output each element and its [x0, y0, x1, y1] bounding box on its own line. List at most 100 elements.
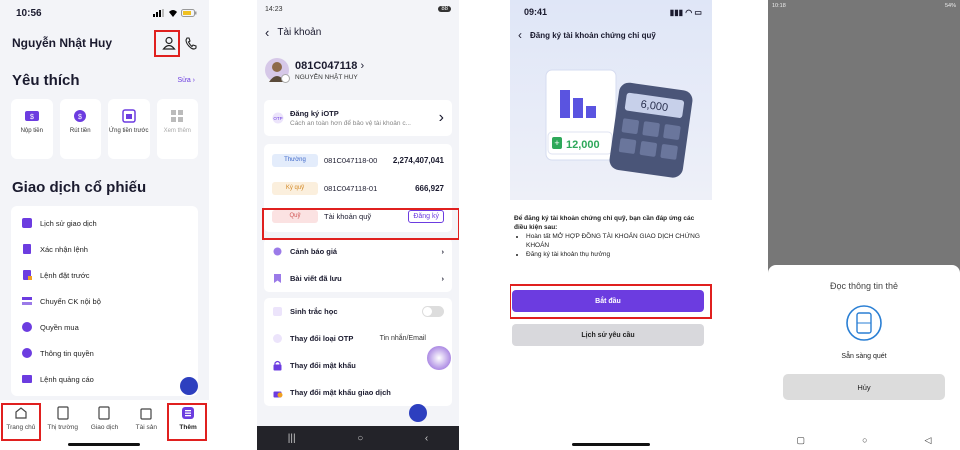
- user-name: Nguyễn Nhật Huy: [12, 36, 113, 50]
- title-bar: ‹ Tài khoản: [257, 18, 459, 46]
- highlight-start-button: [510, 284, 712, 319]
- status-time: 10:56: [16, 7, 42, 19]
- highlight-more-tab: [167, 403, 207, 441]
- fund-illustration: + 12,000 6,000: [545, 69, 693, 178]
- menu-saved-posts[interactable]: Bài viết đã lưu ›: [264, 265, 452, 292]
- svg-text:$: $: [30, 114, 34, 121]
- phone-call-icon[interactable]: [184, 36, 197, 50]
- support-chat-icon[interactable]: [180, 377, 198, 395]
- pre-order-icon: [23, 270, 32, 280]
- otp-icon: OTP: [272, 112, 284, 124]
- recent-apps-icon[interactable]: ▢: [797, 435, 806, 446]
- iotp-register-card[interactable]: OTP Đăng ký iOTP Cách an toàn hơn để bảo…: [264, 100, 452, 136]
- face-id-icon: [273, 307, 282, 316]
- list-item[interactable]: Chuyển CK nội bộ: [11, 288, 198, 314]
- sheet-title: Đọc thông tin thẻ: [829, 281, 899, 291]
- ready-status: Sẵn sàng quét: [841, 353, 887, 360]
- chevron-right-icon: ›: [438, 109, 444, 126]
- account-holder-name: NGUYỄN NHẬT HUY: [295, 73, 358, 81]
- asset-icon: [140, 408, 152, 420]
- page-title: Tài khoản: [277, 26, 322, 38]
- menu-biometric: Sinh trắc học: [264, 298, 452, 325]
- page-title: Đăng ký tài khoản chứng chỉ quỹ: [530, 30, 656, 40]
- rights-icon: [22, 322, 32, 332]
- condition-item: Đăng ký tài khoản thụ hưởng: [526, 250, 708, 259]
- subaccount-row[interactable]: Ký quỹ 081C047118-01 666,927: [264, 174, 452, 202]
- list-item[interactable]: Quyền mua: [11, 314, 198, 340]
- fav-advance[interactable]: Ứng tiền trước: [108, 99, 150, 159]
- title-bar: ‹ Đăng ký tài khoản chứng chỉ quỹ: [510, 24, 712, 46]
- status-bar: 14:23 88: [257, 0, 459, 18]
- home-circle-icon[interactable]: ○: [862, 435, 867, 445]
- biometric-toggle[interactable]: [422, 306, 444, 317]
- floating-promo-icon[interactable]: [427, 346, 451, 370]
- svg-text:+: +: [554, 138, 559, 148]
- info-icon: [22, 348, 32, 358]
- highlight-profile: [154, 30, 180, 57]
- recent-apps-icon[interactable]: |||: [288, 433, 296, 444]
- camera-icon[interactable]: [281, 74, 290, 83]
- subaccount-row[interactable]: Thường 081C047118-00 2,274,407,041: [264, 146, 452, 174]
- account-summary[interactable]: 081C047118 › NGUYỄN NHẬT HUY: [257, 46, 459, 94]
- highlight-fund-row: [262, 208, 459, 240]
- bookmark-icon: [274, 274, 281, 283]
- fav-withdraw[interactable]: $ Rút tiền: [59, 99, 101, 159]
- list-item[interactable]: Xác nhận lệnh: [11, 236, 198, 262]
- status-icons: [153, 9, 197, 17]
- menu-otp-type[interactable]: Thay đổi loại OTP Tin nhắn/Email: [264, 325, 452, 352]
- battery-icon: [181, 9, 197, 17]
- fav-more[interactable]: Xem thêm: [156, 99, 198, 159]
- android-nav-bar: ▢ ○ ◁: [768, 430, 960, 450]
- list-item[interactable]: Lệnh quảng cáo: [11, 366, 198, 392]
- favorites-grid: $ Nộp tiền $ Rút tiền Ứng tiền trước Xem…: [0, 99, 209, 159]
- confirm-order-icon: [23, 244, 31, 254]
- trade-icon: [98, 406, 111, 420]
- edit-favorites-link[interactable]: Sửa ›: [177, 77, 195, 84]
- android-nav-bar: ||| ○ ‹: [257, 426, 459, 450]
- price-alert-icon: [273, 247, 282, 256]
- menu-price-alert[interactable]: Cảnh báo giá ›: [264, 238, 452, 265]
- status-time: 09:41: [524, 7, 548, 17]
- highlight-home-tab: [1, 403, 41, 441]
- deposit-icon: $: [24, 111, 39, 121]
- avatar[interactable]: [265, 58, 290, 83]
- status-time: 10:18: [772, 3, 786, 9]
- market-icon: [57, 406, 69, 420]
- plus-amount-text: 12,000: [566, 139, 600, 151]
- battery-icon: 88: [438, 6, 451, 12]
- list-item[interactable]: Lệnh đặt trước: [11, 262, 198, 288]
- status-time: 14:23: [265, 5, 283, 13]
- conditions-text: Để đăng ký tài khoản chứng chỉ quỹ, bạn …: [510, 200, 712, 259]
- home-circle-icon[interactable]: ○: [357, 433, 363, 444]
- fund-account-register-screen: 09:41 ▮▮▮ ◠ ▭ ‹ Đăng ký tài khoản chứng …: [510, 0, 712, 450]
- more-grid-icon: [171, 110, 184, 122]
- list-item[interactable]: Thông tin quyền: [11, 340, 198, 366]
- status-bar: 09:41 ▮▮▮ ◠ ▭: [510, 0, 712, 24]
- cancel-button[interactable]: Hủy: [783, 374, 945, 400]
- fav-deposit[interactable]: $ Nộp tiền: [11, 99, 53, 159]
- status-icons: ▮▮▮ ◠ ▭: [669, 7, 702, 17]
- request-history-button[interactable]: Lịch sử yêu cầu: [512, 324, 704, 346]
- favorites-title: Yêu thích: [12, 72, 80, 89]
- transfer-icon: [22, 297, 32, 305]
- card-scan-screen: 10:18 54% Đọc thông tin thẻ Sẵn sàng qué…: [768, 0, 960, 450]
- back-arrow-icon[interactable]: ‹: [518, 28, 522, 42]
- home-screen: 10:56 Nguyễn Nhật Huy Yêu thích Sửa › $ …: [0, 0, 209, 450]
- back-arrow-icon[interactable]: ‹: [265, 25, 269, 40]
- status-bar: 10:18 54%: [768, 0, 960, 12]
- account-screen: 14:23 88 ‹ Tài khoản 081C047118 › NGUYỄN…: [257, 0, 459, 450]
- back-nav-icon[interactable]: ‹: [425, 433, 428, 444]
- menu-change-trade-password[interactable]: Thay đổi mật khẩu giao dịch: [264, 379, 452, 406]
- svg-text:$: $: [78, 114, 82, 121]
- signal-icon: [153, 9, 164, 17]
- hero-area: 09:41 ▮▮▮ ◠ ▭ ‹ Đăng ký tài khoản chứng …: [510, 0, 712, 200]
- stock-trading-title: Giao dịch cổ phiếu: [12, 179, 147, 196]
- list-item[interactable]: Lịch sử giao dịch: [11, 210, 198, 236]
- stock-trading-list: Lịch sử giao dịch Xác nhận lệnh Lệnh đặt…: [11, 206, 198, 396]
- home-indicator: [572, 443, 650, 446]
- menu-change-password[interactable]: Thay đổi mật khẩu›: [264, 352, 452, 379]
- back-nav-icon[interactable]: ◁: [925, 435, 932, 446]
- support-chat-icon[interactable]: [409, 404, 427, 422]
- battery-level: 54%: [944, 3, 956, 9]
- wifi-icon: [169, 10, 177, 17]
